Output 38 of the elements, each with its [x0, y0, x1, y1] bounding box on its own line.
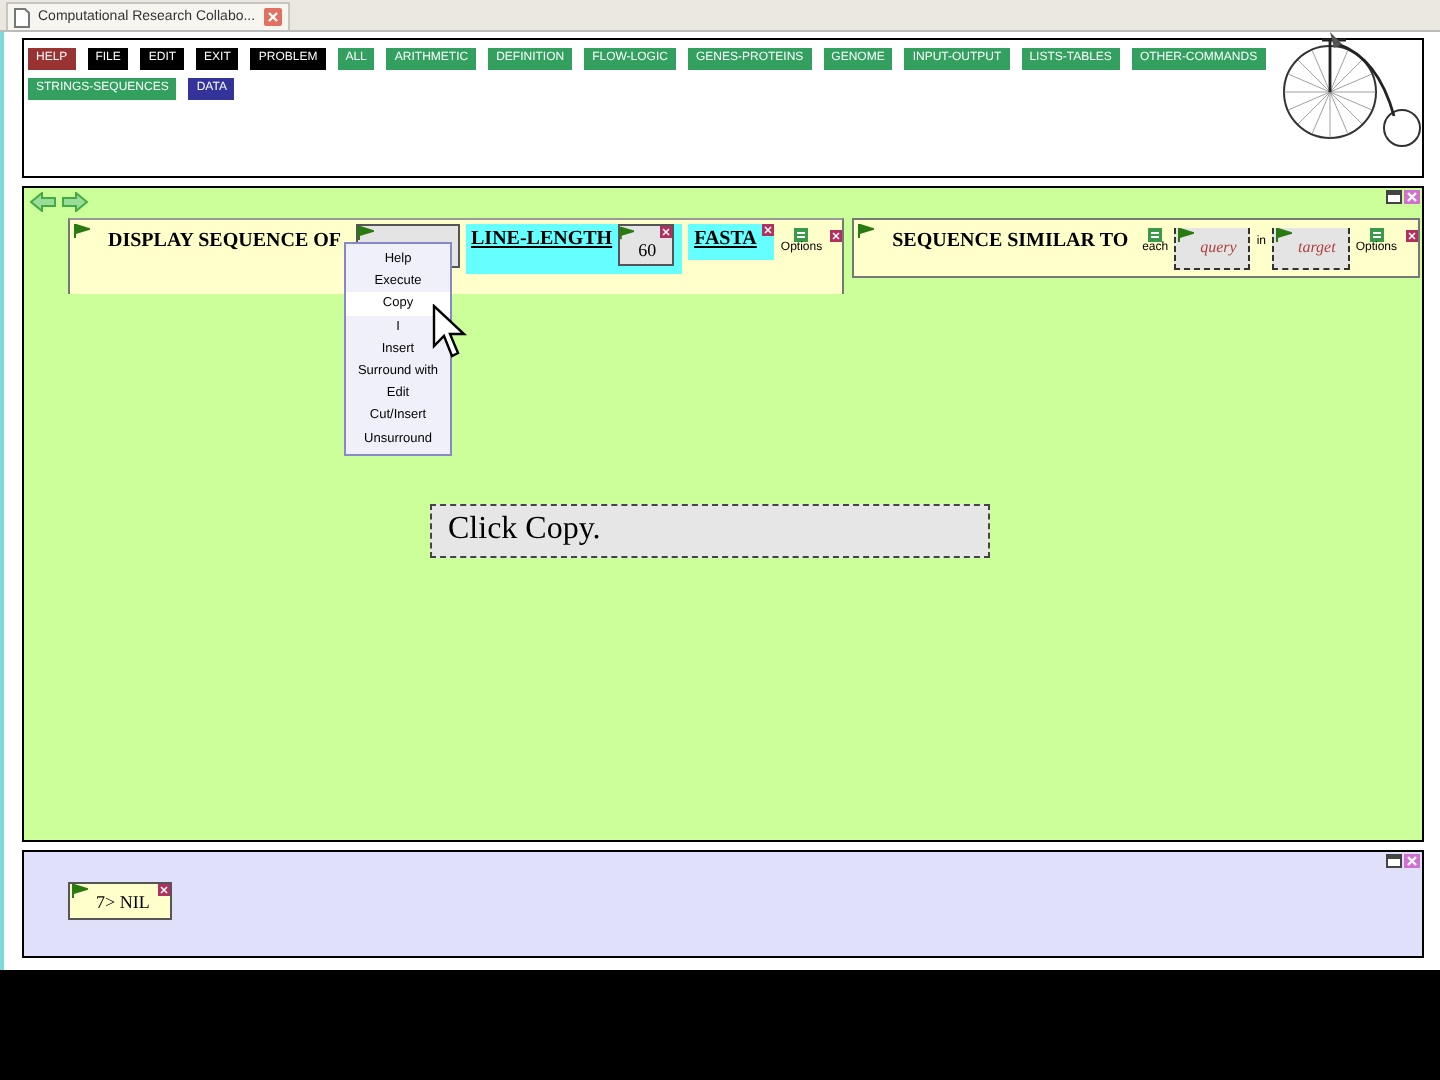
slot-value: 60 — [638, 240, 657, 260]
close-icon[interactable] — [1405, 230, 1417, 242]
options-icon[interactable] — [1148, 228, 1163, 242]
window-icon[interactable] — [1386, 190, 1402, 204]
value-slot[interactable]: 60 — [618, 224, 675, 266]
close-icon[interactable] — [762, 224, 775, 236]
keyword-label: LINE-LENGTH — [469, 226, 615, 250]
hint-text: Click Copy. — [430, 504, 990, 558]
keyword-box[interactable]: LINE-LENGTH 60 — [465, 224, 683, 274]
flag-icon — [357, 226, 374, 240]
flag-icon — [1178, 228, 1195, 242]
result-text: 7> NIL — [96, 892, 150, 912]
flag-icon — [1276, 228, 1292, 242]
flag-icon — [858, 224, 875, 238]
close-icon[interactable] — [157, 884, 170, 896]
page-icon — [14, 7, 30, 27]
flag-icon — [74, 224, 90, 238]
options-icon[interactable] — [1369, 228, 1384, 242]
function-name: SEQUENCE SIMILAR TO — [890, 228, 1131, 252]
back-arrow-icon[interactable] — [30, 192, 56, 212]
function-name: DISPLAY SEQUENCE OF — [106, 228, 344, 252]
result-box[interactable]: 7> NIL — [68, 882, 172, 920]
forward-arrow-icon[interactable] — [62, 192, 88, 212]
bicycle-drawing — [1278, 28, 1422, 152]
window-icon[interactable] — [1386, 854, 1402, 868]
flag-icon — [620, 226, 635, 240]
slot-placeholder: target — [1298, 238, 1336, 256]
cursor-icon — [432, 304, 468, 360]
flag-box[interactable]: FASTA — [688, 224, 775, 260]
target-slot[interactable]: target — [1272, 228, 1350, 270]
options-icon[interactable] — [794, 228, 809, 242]
flag-label: FASTA — [692, 226, 759, 250]
query-slot[interactable]: query — [1174, 228, 1251, 270]
flag-icon — [72, 884, 88, 898]
slot-placeholder: query — [1200, 238, 1237, 256]
close-icon[interactable] — [263, 8, 282, 26]
close-icon[interactable] — [830, 230, 843, 242]
close-icon[interactable] — [660, 226, 673, 238]
